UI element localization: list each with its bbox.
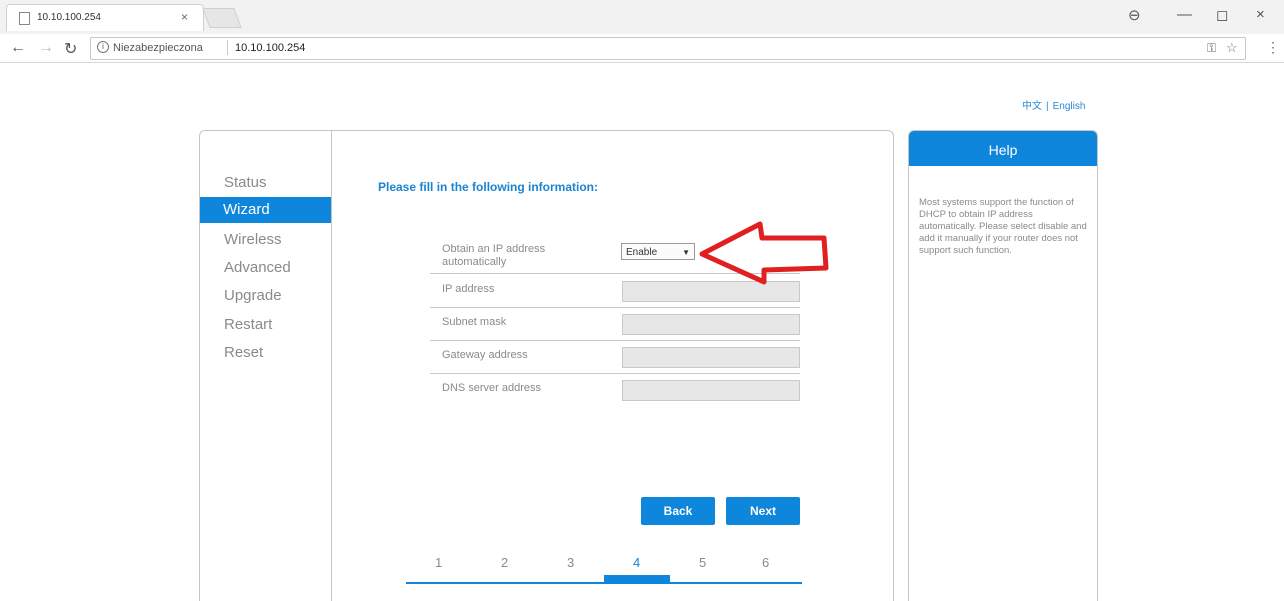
browser-menu-icon[interactable]: ⋮ [1266,39,1280,56]
sidebar-item-upgrade[interactable]: Upgrade [224,287,282,304]
sidebar-item-advanced[interactable]: Advanced [224,259,291,276]
browser-toolbar: ← → ↻ i Niezabezpieczona 10.10.100.254 ⚿… [0,34,1284,63]
info-icon[interactable]: i [97,41,109,53]
help-text: Most systems support the function of DHC… [919,197,1087,256]
account-icon[interactable]: ⊖ [1128,6,1141,24]
close-window-icon[interactable]: × [1256,6,1265,23]
subnet-mask-field[interactable] [622,314,800,335]
sidebar-item-status[interactable]: Status [224,174,267,191]
wizard-step-2: 2 [501,555,509,570]
gateway-address-label: Gateway address [442,349,528,361]
annotation-arrow-icon [699,221,829,285]
help-panel: Help Most systems support the function o… [908,130,1098,601]
minimize-icon[interactable]: — [1177,6,1192,23]
wizard-step-4: 4 [633,555,641,570]
wizard-step-5: 5 [699,555,707,570]
sidebar-item-label: Wizard [223,201,270,218]
new-tab-button[interactable] [202,8,242,28]
back-arrow-icon[interactable]: ← [10,39,26,57]
security-label: Niezabezpieczona [113,42,203,54]
sidebar-item-wireless[interactable]: Wireless [224,231,282,248]
tab-close-icon[interactable]: × [181,10,188,24]
key-icon[interactable]: ⚿ [1207,41,1216,56]
browser-tab-strip: 10.10.100.254 × ⊖ — ◻ × [0,0,1284,34]
ip-address-label: IP address [442,283,495,295]
sidebar-item-wizard[interactable]: Wizard [200,197,331,223]
form-heading: Please fill in the following information… [378,180,599,194]
back-button[interactable]: Back [641,497,715,525]
caret-down-icon: ▼ [682,248,690,257]
bookmark-star-icon[interactable]: ☆ [1226,40,1238,56]
sidebar-item-reset[interactable]: Reset [224,344,263,361]
sidebar-item-restart[interactable]: Restart [224,316,272,333]
wizard-step-6: 6 [762,555,770,570]
language-switch: 中文 | English [1020,97,1087,112]
row-divider [430,340,800,341]
subnet-mask-label: Subnet mask [442,316,507,328]
obtain-ip-value: Enable [626,247,658,258]
gateway-address-field[interactable] [622,347,800,368]
dns-server-field[interactable] [622,380,800,401]
url-text[interactable]: 10.10.100.254 [235,42,305,54]
wizard-current-step-marker [604,575,670,584]
lang-english-link[interactable]: English [1053,101,1086,112]
forward-arrow-icon[interactable]: → [38,39,54,57]
page-icon [19,12,30,25]
address-bar[interactable]: i Niezabezpieczona 10.10.100.254 ⚿ ☆ [90,37,1246,60]
obtain-ip-label: Obtain an IP address automatically [442,243,546,268]
row-divider [430,307,800,308]
reload-icon[interactable]: ↻ [64,39,77,59]
row-divider [430,373,800,374]
wizard-step-3: 3 [567,555,575,570]
address-separator [227,40,228,55]
sidebar-divider [331,131,332,601]
wizard-step-1: 1 [435,555,443,570]
main-panel: Status Wizard Wireless Advanced Upgrade … [199,130,894,601]
lang-separator: | [1046,101,1049,112]
next-button[interactable]: Next [726,497,800,525]
tab-title: 10.10.100.254 [37,12,101,23]
help-title: Help [909,131,1097,166]
restore-icon[interactable]: ◻ [1216,6,1228,24]
browser-tab[interactable]: 10.10.100.254 × [6,4,204,31]
dns-server-label: DNS server address [442,382,542,394]
lang-chinese-link[interactable]: 中文 [1022,101,1042,112]
obtain-ip-select[interactable]: Enable ▼ [621,243,695,260]
